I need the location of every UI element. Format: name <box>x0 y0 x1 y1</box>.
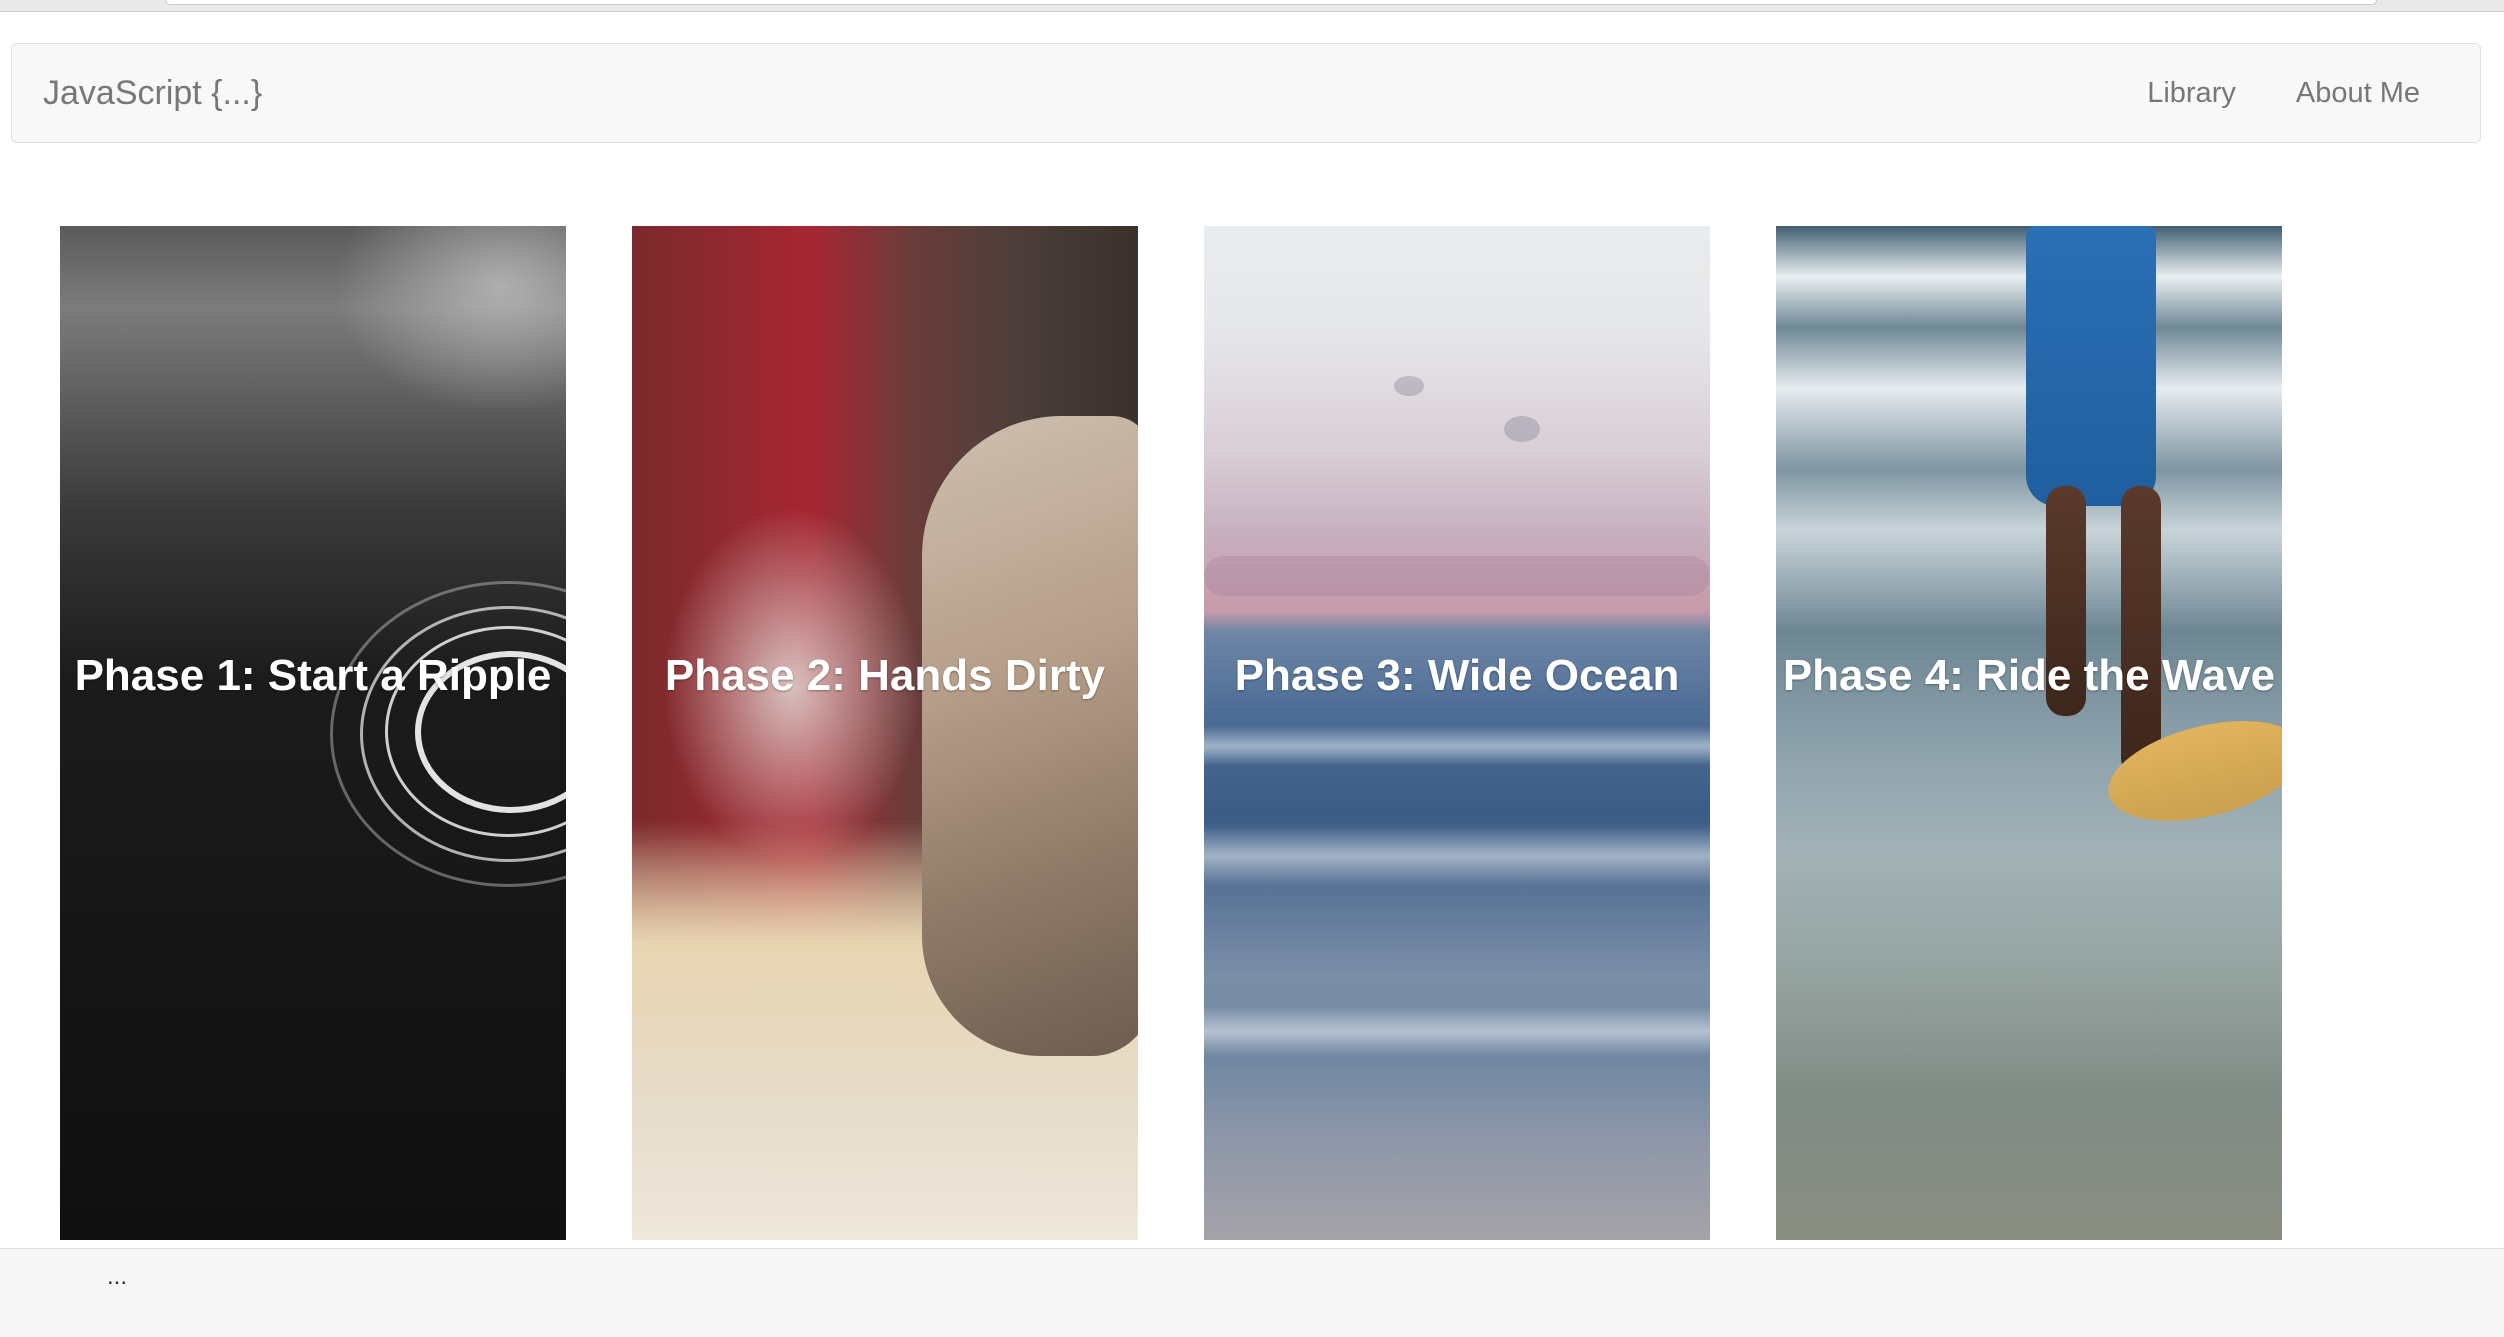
footer-ellipsis: ... <box>107 1263 128 1290</box>
address-bar-edge[interactable] <box>165 0 2377 5</box>
clay-covered-hand <box>922 416 1138 1056</box>
card-phase-3[interactable]: Phase 3: Wide Ocean <box>1204 226 1710 1240</box>
phase-cards: Phase 1: Start a Ripple Phase 2: Hands D… <box>60 226 2360 1240</box>
nav-link-about-me[interactable]: About Me <box>2296 77 2420 110</box>
card-phase-2[interactable]: Phase 2: Hands Dirty <box>632 226 1138 1240</box>
cloud-band <box>1204 556 1710 596</box>
nav-links: Library About Me <box>2087 44 2420 142</box>
cloud-puff <box>1394 376 1424 396</box>
card-title: Phase 3: Wide Ocean <box>1234 651 1680 700</box>
card-phase-4[interactable]: Phase 4: Ride the Wave <box>1776 226 2282 1240</box>
cloud-puff <box>1504 416 1540 442</box>
navbar: JavaScript {...} Library About Me <box>11 43 2481 143</box>
wave-foam <box>1204 826 1710 886</box>
card-title: Phase 4: Ride the Wave <box>1782 651 2276 700</box>
nav-link-library[interactable]: Library <box>2147 77 2236 110</box>
brand-logo-text[interactable]: JavaScript {...} <box>43 44 262 142</box>
ripple-photo-highlight <box>320 226 566 426</box>
card-title: Phase 2: Hands Dirty <box>664 651 1106 700</box>
surfer-shorts <box>2026 226 2156 506</box>
wave-foam <box>1204 1006 1710 1056</box>
wave-foam <box>1204 726 1710 766</box>
surfer-leg <box>2121 486 2161 776</box>
ripple-ring <box>330 581 566 887</box>
browser-chrome-strip <box>0 0 2504 12</box>
card-title: Phase 1: Start a Ripple <box>74 651 552 700</box>
footer-bar: ... <box>0 1248 2504 1337</box>
card-phase-1[interactable]: Phase 1: Start a Ripple <box>60 226 566 1240</box>
